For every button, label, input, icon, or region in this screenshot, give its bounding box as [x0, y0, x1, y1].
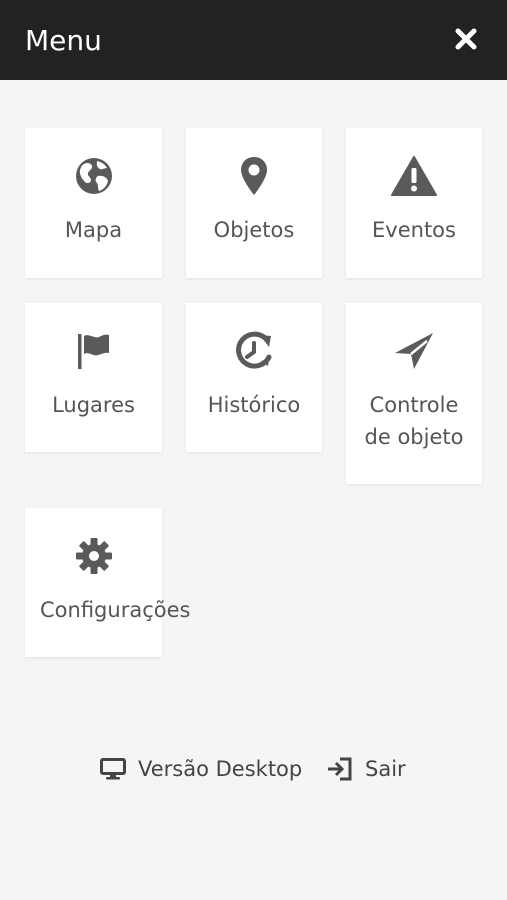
- tile-eventos[interactable]: Eventos: [346, 128, 482, 278]
- tile-mapa[interactable]: Mapa: [25, 128, 162, 278]
- menu-title: Menu: [25, 24, 102, 57]
- menu-header: Menu: [0, 0, 507, 80]
- history-icon: [236, 331, 272, 369]
- paper-plane-icon: [395, 333, 433, 369]
- warning-icon: [391, 156, 437, 196]
- tile-label: Configurações: [40, 598, 191, 622]
- desktop-version-label: Versão Desktop: [138, 757, 303, 781]
- tile-label: Eventos: [372, 218, 456, 242]
- tile-lugares[interactable]: Lugares: [25, 303, 162, 452]
- desktop-version-link[interactable]: Versão Desktop: [100, 752, 302, 786]
- logout-label: Sair: [365, 757, 406, 781]
- tile-label: Histórico: [207, 393, 301, 417]
- tile-label: Lugares: [52, 393, 135, 417]
- tile-objetos[interactable]: Objetos: [186, 128, 322, 278]
- tile-label: Objetos: [213, 218, 295, 242]
- tile-historico[interactable]: Histórico: [186, 303, 322, 452]
- close-button[interactable]: [451, 22, 481, 56]
- desktop-icon: [100, 758, 126, 780]
- tile-label-line: de objeto: [364, 425, 464, 449]
- close-icon: [455, 28, 477, 50]
- tile-controle-de-objeto[interactable]: Controle de objeto: [346, 303, 482, 484]
- map-marker-icon: [241, 157, 267, 195]
- gear-icon: [75, 538, 112, 574]
- flag-icon: [77, 334, 109, 369]
- tile-label: Controle de objeto: [346, 389, 482, 453]
- tile-configuracoes[interactable]: Configurações: [25, 508, 190, 657]
- tile-label-line: Controle: [369, 393, 459, 417]
- tile-label: Mapa: [64, 218, 123, 242]
- sign-in-icon: [327, 757, 353, 781]
- logout-link[interactable]: Sair: [327, 752, 406, 786]
- globe-icon: [75, 158, 112, 194]
